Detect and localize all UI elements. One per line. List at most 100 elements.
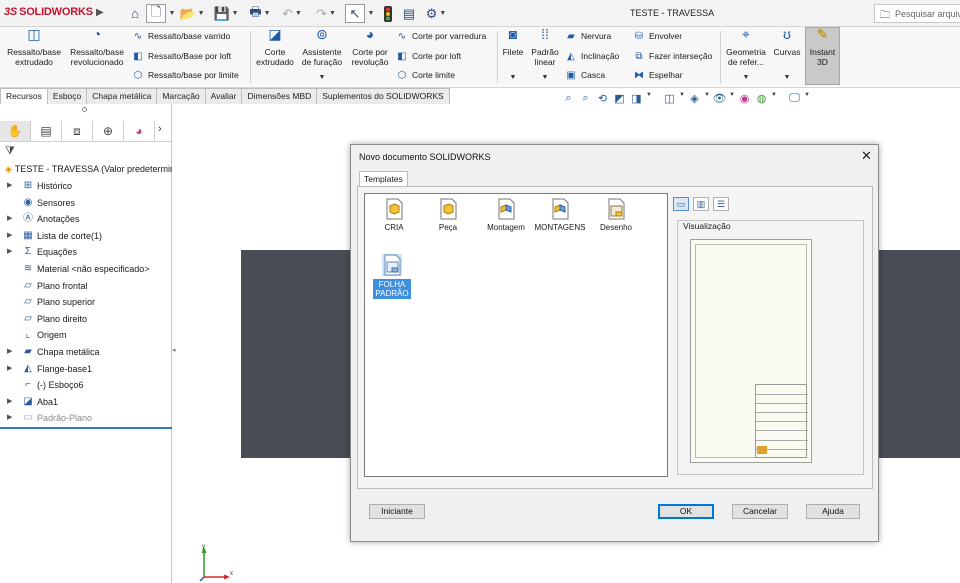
select-cursor-icon[interactable]: ↖ (345, 4, 365, 23)
ok-button[interactable]: OK (658, 504, 714, 519)
tab-chapa-metalica[interactable]: Chapa metálica (86, 88, 158, 104)
dropdown-arrow-icon[interactable]: ▼ (703, 92, 711, 106)
zoom-to-area-icon[interactable]: ⌕ (577, 92, 594, 106)
boundary-boss-button[interactable]: ⬡ Ressalto/base por limite (131, 69, 239, 82)
expand-arrow-icon[interactable]: ▶ (7, 244, 12, 260)
tab-marcacao[interactable]: Marcação (156, 88, 206, 104)
template-montagem[interactable]: Montagem (479, 198, 533, 232)
template-cria[interactable]: CRIA (367, 198, 421, 232)
options-gear-icon[interactable]: ⚙ ▼ (424, 4, 448, 23)
view-orientation-icon[interactable]: ◫ (661, 92, 678, 106)
list-view-icon[interactable]: ▥ (693, 197, 709, 211)
tab-avaliar[interactable]: Avaliar (204, 88, 243, 104)
tab-recursos[interactable]: Recursos (0, 88, 48, 104)
expand-arrow-icon[interactable]: ▶ (7, 228, 12, 244)
lofted-boss-button[interactable]: ◧ Ressalto/Base por loft (131, 50, 231, 63)
tree-item-chapa-metalica[interactable]: ▶ ▰ Chapa metálica (0, 344, 172, 361)
apply-scene-icon[interactable]: ◍ (753, 92, 770, 106)
tree-item-plano-superior[interactable]: ▱ Plano superior (0, 294, 172, 311)
tree-item-plano-frontal[interactable]: ▱ Plano frontal (0, 278, 172, 295)
dropdown-arrow-icon[interactable]: ▼ (772, 73, 802, 83)
tree-item-flange-base1[interactable]: ▶ ◭ Flange-base1 (0, 361, 172, 378)
hole-wizard-button[interactable]: ⊚ Assistente de furação ▼ (299, 27, 345, 83)
mirror-button[interactable]: ⧓ Espelhar (632, 69, 683, 82)
linear-pattern-button[interactable]: ⁞⁞ Padrão linear ▼ (529, 27, 561, 83)
zoom-to-fit-icon[interactable]: ⌕ (560, 92, 577, 106)
draft-button[interactable]: ◭ Inclinação (564, 50, 619, 63)
tab-dimensoes-mbd[interactable]: Dimensões MBD (241, 88, 318, 104)
edit-appearance-icon[interactable]: ◉ (736, 92, 753, 106)
tree-item-sensores[interactable]: ◉ Sensores (0, 195, 172, 212)
tab-templates[interactable]: Templates (359, 171, 408, 187)
solidworks-logo[interactable]: 3S SOLIDWORKS (4, 6, 93, 18)
instant3d-button[interactable]: ✎ Instant 3D (805, 27, 840, 67)
panel-splitter[interactable] (0, 427, 172, 429)
dynamic-annotation-icon[interactable]: ◨ (628, 92, 645, 106)
fillet-button[interactable]: ◙ Filete ▼ (501, 27, 525, 83)
previous-view-icon[interactable]: ⟲ (594, 92, 611, 106)
curves-button[interactable]: ʊ Curvas ▼ (772, 27, 802, 83)
close-icon[interactable]: ✕ (861, 148, 872, 164)
dropdown-arrow-icon[interactable]: ▼ (770, 92, 778, 106)
wrap-button[interactable]: ⛁ Envolver (632, 30, 682, 43)
new-document-icon[interactable]: 🗋 (146, 4, 166, 23)
dropdown-arrow-icon[interactable]: ▼ (803, 92, 811, 106)
undo-icon[interactable]: ↶ ▼ (280, 4, 304, 23)
tree-item-plano-direito[interactable]: ▱ Plano direito (0, 311, 172, 328)
shell-button[interactable]: ▣ Casca (564, 69, 605, 82)
intersect-button[interactable]: ⧉ Fazer interseção (632, 50, 712, 63)
boundary-cut-button[interactable]: ⬡ Corte limite (395, 69, 455, 82)
tree-item-esboco6[interactable]: ⌐ (-) Esboço6 (0, 377, 172, 394)
lofted-cut-button[interactable]: ◧ Corte por loft (395, 50, 461, 63)
template-list[interactable]: CRIA Peça Montagem MONTAGENS Desenho FOL… (364, 193, 668, 477)
hide-show-items-icon[interactable]: 👁 (711, 92, 728, 106)
tree-item-aba1[interactable]: ▶ ◪ Aba1 (0, 394, 172, 411)
reference-geometry-button[interactable]: ⌖ Geometria de refer... ▼ (724, 27, 768, 83)
file-properties-icon[interactable]: ▤ (402, 4, 416, 23)
tab-esboco[interactable]: Esboço (46, 88, 88, 104)
open-icon[interactable]: 📂 ▼ (179, 4, 204, 23)
help-button[interactable]: Ajuda (806, 504, 860, 519)
template-montagens[interactable]: MONTAGENS (533, 198, 587, 232)
expand-arrow-icon[interactable]: ▶ (7, 344, 12, 360)
section-view-icon[interactable]: ◩ (611, 92, 628, 106)
expand-arrow-icon[interactable]: ▶ (7, 178, 12, 194)
new-dropdown-icon[interactable]: ▼ (166, 4, 176, 23)
search-files-input[interactable]: 🗀 Pesquisar arquivos (874, 4, 960, 23)
cancel-button[interactable]: Cancelar (732, 504, 788, 519)
dropdown-arrow-icon[interactable]: ▼ (645, 92, 653, 106)
tree-item-origem[interactable]: ⌞ Origem (0, 327, 172, 344)
display-style-icon[interactable]: ◈ (686, 92, 703, 106)
view-settings-monitor-icon[interactable]: 🖵 (786, 92, 803, 106)
more-tabs-arrow-icon[interactable]: › (158, 123, 162, 135)
select-dropdown-icon[interactable]: ▼ (365, 4, 375, 23)
configuration-manager-tab-icon[interactable]: ⧈ (62, 120, 93, 141)
extruded-boss-button[interactable]: ◫ Ressalto/base extrudado (4, 27, 64, 67)
revolved-boss-button[interactable]: ◔ Ressalto/base revolucionado (66, 27, 128, 67)
redo-icon[interactable]: ↷ ▼ (314, 4, 338, 23)
panel-handle-icon[interactable] (82, 107, 87, 112)
dimxpert-manager-tab-icon[interactable]: ⊕ (93, 120, 124, 141)
tab-suplementos[interactable]: Suplementos do SOLIDWORKS (316, 88, 450, 104)
tree-item-lista-de-corte[interactable]: ▶ ▦ Lista de corte(1) (0, 228, 172, 245)
expand-arrow-icon[interactable]: ▶ (7, 410, 12, 426)
novice-button[interactable]: Iniciante (369, 504, 425, 519)
menu-expand-arrow-icon[interactable]: ▶ (96, 7, 104, 18)
feature-tree-root[interactable]: ◈TESTE - TRAVESSA (Valor predeterminado) (5, 162, 172, 176)
property-manager-tab-icon[interactable]: ▤ (31, 120, 62, 141)
dropdown-arrow-icon[interactable]: ▼ (678, 92, 686, 106)
display-manager-tab-icon[interactable]: ◕ (124, 120, 155, 141)
large-icons-view-icon[interactable]: ▭ (673, 197, 689, 211)
template-peca[interactable]: Peça (421, 198, 475, 232)
expand-arrow-icon[interactable]: ▶ (7, 361, 12, 377)
template-desenho[interactable]: Desenho (589, 198, 643, 232)
dropdown-arrow-icon[interactable]: ▼ (501, 73, 525, 83)
dropdown-arrow-icon[interactable]: ▼ (724, 73, 768, 83)
tree-item-equacoes[interactable]: ▶ Σ Equações (0, 244, 172, 261)
tree-item-historico[interactable]: ▶ ⊞ Histórico (0, 178, 172, 195)
rebuild-traffic-light-icon[interactable] (380, 4, 396, 23)
expand-arrow-icon[interactable]: ▶ (7, 394, 12, 410)
details-view-icon[interactable]: ☰ (713, 197, 729, 211)
swept-cut-button[interactable]: ∿ Corte por varredura (395, 30, 486, 43)
dropdown-arrow-icon[interactable]: ▼ (299, 73, 345, 83)
